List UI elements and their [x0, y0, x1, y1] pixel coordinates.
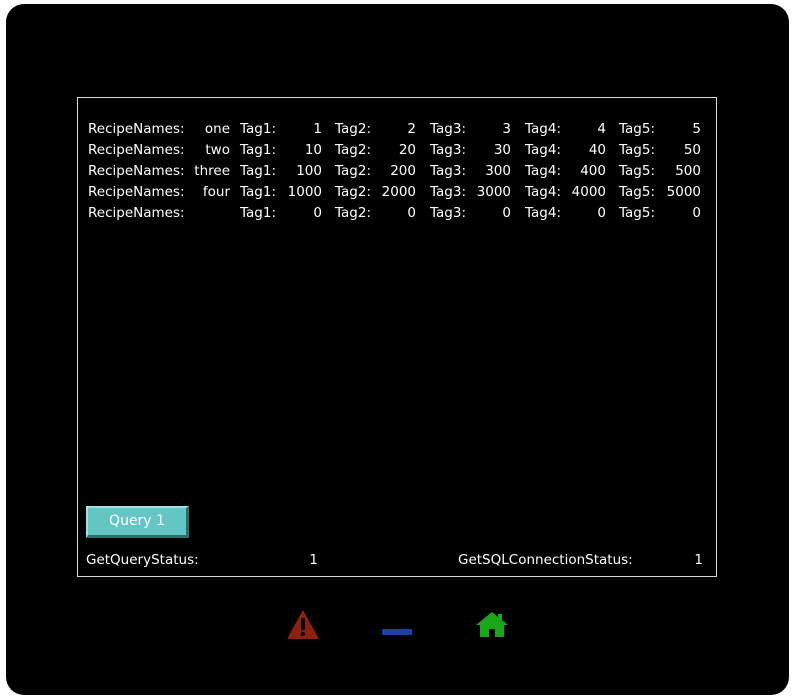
- tag3-value: 0: [502, 205, 511, 221]
- hmi-screen: RecipeNames: one Tag1: 1 Tag2: 2 Tag3: 3…: [77, 97, 717, 577]
- tag2-value: 0: [407, 205, 416, 221]
- recipe-name-value: four: [202, 184, 230, 200]
- tag5-label: Tag5:: [619, 121, 655, 137]
- tag3-value: 30: [493, 142, 511, 158]
- tag4-value: 0: [597, 205, 606, 221]
- tag1-value: 100: [296, 163, 322, 179]
- tag4-value: 400: [580, 163, 606, 179]
- tag4-value: 4000: [571, 184, 606, 200]
- tag1-value: 1: [313, 121, 322, 137]
- table-row: RecipeNames: three Tag1: 100 Tag2: 200 T…: [78, 161, 716, 182]
- sql-connection-status-label: GetSQLConnectionStatus:: [458, 552, 633, 568]
- recipe-name-label: RecipeNames:: [88, 163, 185, 179]
- tag3-label: Tag3:: [430, 142, 466, 158]
- minimize-bar-icon[interactable]: [382, 629, 412, 635]
- tag5-label: Tag5:: [619, 184, 655, 200]
- tag1-label: Tag1:: [240, 163, 276, 179]
- tag4-value: 40: [588, 142, 606, 158]
- tag3-label: Tag3:: [430, 121, 466, 137]
- tag4-label: Tag4:: [525, 205, 561, 221]
- tag3-label: Tag3:: [430, 163, 466, 179]
- tag3-value: 300: [485, 163, 511, 179]
- recipe-name-value: one: [204, 121, 230, 137]
- home-icon[interactable]: [475, 610, 509, 638]
- tag4-label: Tag4:: [525, 121, 561, 137]
- tag2-label: Tag2:: [335, 121, 371, 137]
- tag4-label: Tag4:: [525, 184, 561, 200]
- tag5-label: Tag5:: [619, 142, 655, 158]
- tag1-value: 0: [313, 205, 322, 221]
- tag3-value: 3: [502, 121, 511, 137]
- tag5-value: 500: [675, 163, 701, 179]
- tag3-label: Tag3:: [430, 184, 466, 200]
- tag1-label: Tag1:: [240, 142, 276, 158]
- tag2-value: 2: [407, 121, 416, 137]
- tag3-value: 3000: [476, 184, 511, 200]
- table-row: RecipeNames: one Tag1: 1 Tag2: 2 Tag3: 3…: [78, 119, 716, 140]
- query-status-value: 1: [309, 552, 318, 568]
- tag1-label: Tag1:: [240, 184, 276, 200]
- tag3-label: Tag3:: [430, 205, 466, 221]
- tag1-label: Tag1:: [240, 121, 276, 137]
- tag1-value: 1000: [287, 184, 322, 200]
- tag4-label: Tag4:: [525, 163, 561, 179]
- tag2-label: Tag2:: [335, 184, 371, 200]
- tag5-value: 0: [692, 205, 701, 221]
- recipe-name-label: RecipeNames:: [88, 205, 185, 221]
- tag5-label: Tag5:: [619, 205, 655, 221]
- tag5-value: 50: [683, 142, 701, 158]
- recipe-name-value: three: [194, 163, 230, 179]
- recipe-name-label: RecipeNames:: [88, 184, 185, 200]
- recipe-name-value: two: [205, 142, 230, 158]
- tag1-label: Tag1:: [240, 205, 276, 221]
- tag5-label: Tag5:: [619, 163, 655, 179]
- recipe-table: RecipeNames: one Tag1: 1 Tag2: 2 Tag3: 3…: [78, 119, 716, 224]
- tag2-label: Tag2:: [335, 163, 371, 179]
- query-status-label: GetQueryStatus:: [86, 552, 199, 568]
- sql-connection-status-value: 1: [694, 552, 703, 568]
- table-row: RecipeNames: four Tag1: 1000 Tag2: 2000 …: [78, 182, 716, 203]
- tag5-value: 5: [692, 121, 701, 137]
- tag2-label: Tag2:: [335, 142, 371, 158]
- warning-triangle-icon[interactable]: [286, 608, 320, 640]
- table-row: RecipeNames: two Tag1: 10 Tag2: 20 Tag3:…: [78, 140, 716, 161]
- tag2-label: Tag2:: [335, 205, 371, 221]
- recipe-name-label: RecipeNames:: [88, 142, 185, 158]
- query-1-button[interactable]: Query 1: [86, 506, 189, 538]
- tag4-label: Tag4:: [525, 142, 561, 158]
- recipe-name-label: RecipeNames:: [88, 121, 185, 137]
- tag4-value: 4: [597, 121, 606, 137]
- table-row: RecipeNames: Tag1: 0 Tag2: 0 Tag3: 0 Tag…: [78, 203, 716, 224]
- tag5-value: 5000: [666, 184, 701, 200]
- tag1-value: 10: [304, 142, 322, 158]
- tag2-value: 20: [398, 142, 416, 158]
- tag2-value: 2000: [381, 184, 416, 200]
- tag2-value: 200: [390, 163, 416, 179]
